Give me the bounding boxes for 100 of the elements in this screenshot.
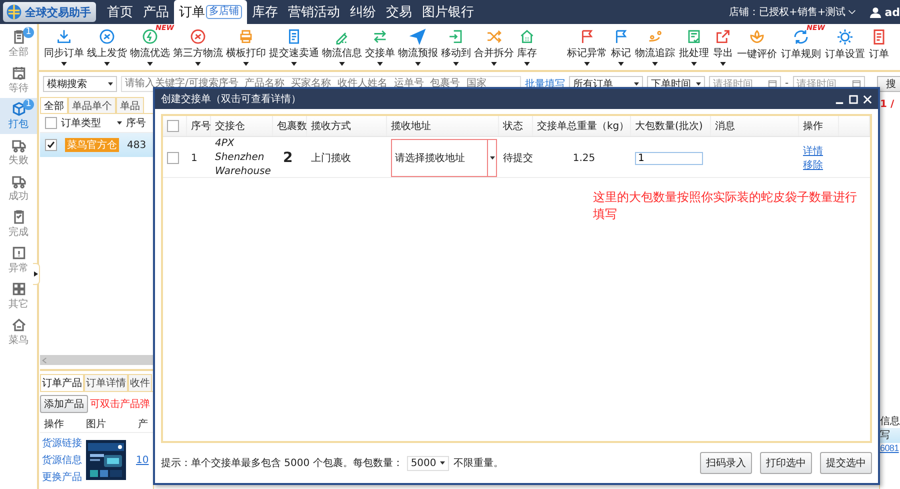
column-header: 大包数量(批次) [631, 116, 711, 136]
sidebar-item[interactable]: 成功 [0, 170, 37, 206]
nav-tab[interactable]: 首页 [102, 0, 138, 24]
toolbar-button[interactable]: 第三方物流 [173, 28, 223, 66]
action-link[interactable]: 详情 [803, 144, 823, 158]
checkbox[interactable] [45, 139, 57, 151]
caret-icon [108, 82, 113, 86]
product-link[interactable]: 更换产品 [42, 470, 82, 484]
user-icon [870, 6, 881, 18]
sidebar-item[interactable]: 失败 [0, 134, 37, 170]
action-link[interactable]: 移除 [803, 158, 823, 172]
caret-icon [291, 62, 297, 66]
calendar-icon [768, 79, 777, 88]
nav-tab[interactable]: 库存 [247, 0, 283, 24]
caret-icon [243, 62, 249, 66]
table-cell-text: 上门揽收 [311, 152, 351, 165]
toolbar-button[interactable]: 标记 [611, 28, 631, 66]
expand-handle[interactable] [33, 263, 40, 285]
per-bag-select[interactable]: 5000 [406, 456, 450, 470]
column-header[interactable]: 信息 [880, 414, 900, 428]
warning-icon [10, 245, 26, 261]
column-header: 操作 [43, 418, 65, 431]
sidebar-item[interactable]: 全部 1 [0, 26, 37, 62]
column-header[interactable]: 序号 [126, 116, 146, 130]
detail-tab[interactable]: 订单产品 [40, 374, 84, 391]
toolbar-button[interactable]: 线上发货 [87, 28, 127, 66]
toolbar-button[interactable]: 批处理 [679, 28, 709, 66]
toolbar-button[interactable]: 订单设置 [825, 28, 865, 66]
toolbar-button[interactable]: 同步订单 [44, 28, 84, 66]
toolbar-button[interactable]: 移动到 [441, 28, 471, 66]
sidebar-item[interactable]: 等待 [0, 62, 37, 98]
user-name[interactable]: ad [884, 6, 900, 18]
address-select[interactable]: 请选择揽收地址 [391, 139, 497, 177]
paper-plane-icon [409, 28, 427, 46]
nav-tab[interactable]: 产品 [138, 0, 174, 24]
nav-tab[interactable]: 纠纷 [345, 0, 381, 24]
close-icon[interactable] [863, 94, 872, 104]
detail-tab[interactable]: 订单详情 [84, 374, 128, 391]
scrollbar[interactable] [40, 355, 153, 365]
toolbar-button[interactable]: 物流信息 [322, 28, 362, 66]
checkbox[interactable] [45, 117, 57, 129]
order-tab[interactable]: 单品 [116, 97, 144, 113]
search-mode-select[interactable]: 模糊搜索 [43, 76, 117, 92]
toolbar-button[interactable]: 导出 [713, 28, 733, 66]
lightning-icon [141, 28, 159, 46]
sidebar-item[interactable]: 菜鸟 [0, 314, 37, 350]
house-icon [10, 317, 26, 333]
checkbox[interactable] [167, 152, 179, 164]
caret-icon [104, 62, 110, 66]
product-link[interactable]: 货源链接 [42, 436, 82, 450]
order-row[interactable]: 菜鸟官方仓 483 [40, 133, 153, 157]
sidebar-item[interactable]: 其它 [0, 278, 37, 314]
dialog-button[interactable]: 打印选中 [760, 452, 812, 474]
add-product-button[interactable]: 添加产品 [40, 395, 88, 413]
column-header: 包裹数 [273, 116, 307, 136]
product-link[interactable]: 6081 [880, 443, 900, 453]
annotation-text: 这里的大包数量按照你实际装的蛇皮袋子数量进行填写 [593, 189, 858, 223]
caret-icon [584, 62, 590, 66]
toolbar-button[interactable]: 合并拆分 [474, 28, 514, 66]
dialog-button[interactable]: 提交选中 [820, 452, 872, 474]
product-link[interactable]: 货源信息 [42, 453, 82, 467]
toolbar-button[interactable]: 库存 [517, 28, 537, 66]
nav-tab[interactable]: 图片银行 [417, 0, 479, 24]
dialog-button[interactable]: 扫码录入 [700, 452, 752, 474]
bag-count-field[interactable]: 1 [635, 152, 703, 164]
globe-icon [6, 4, 22, 20]
table-cell-text: 4PX Shenzhen Warehouse [215, 137, 272, 179]
app-logo[interactable]: 全球交易助手 [3, 2, 96, 22]
hint-text: 不限重量。 [453, 456, 504, 470]
hint-text: 提示：单个交接单最多包含 5000 个包裹。每包数量： [161, 456, 403, 470]
nav-tab[interactable]: 营销活动 [283, 0, 345, 24]
product-link[interactable]: 10 [136, 454, 149, 466]
sidebar-item[interactable]: 打包 1 [0, 98, 37, 134]
toolbar-button[interactable]: 物流预报 [398, 28, 438, 66]
toolbar-button[interactable]: 订单 [869, 28, 889, 66]
column-header: 操作 [799, 116, 839, 136]
search-button[interactable]: 搜 [877, 76, 900, 92]
sidebar-item[interactable]: 异常 [0, 242, 37, 278]
toolbar-button[interactable]: 交接单 [365, 28, 395, 66]
detail-tab[interactable]: 收件 [128, 374, 152, 391]
toolbar-button[interactable]: 物流追踪 [635, 28, 675, 66]
maximize-icon[interactable] [849, 94, 858, 104]
toolbar-button[interactable]: 一键评价 [737, 28, 777, 66]
warehouse-tag: 菜鸟官方仓 [65, 138, 119, 152]
column-header[interactable]: 订单类型 [61, 116, 113, 130]
order-tab[interactable]: 单品单个 [68, 97, 116, 113]
toolbar-button[interactable]: 标记异常 [567, 28, 607, 66]
toolbar-button[interactable]: 横板打印 [226, 28, 266, 66]
nav-tab[interactable]: 订单 多店铺 [174, 0, 247, 24]
caret-icon [618, 62, 624, 66]
checkbox[interactable] [167, 120, 179, 132]
order-tab[interactable]: 全部 [40, 97, 68, 113]
caret-icon [491, 62, 497, 66]
toolbar-button[interactable]: 提交速卖通 [269, 28, 319, 66]
sidebar-item[interactable]: 完成 [0, 206, 37, 242]
calendar-icon [10, 65, 26, 81]
store-selector[interactable]: 店铺：已授权+销售+测试 [728, 5, 856, 19]
nav-tab[interactable]: 交易 [381, 0, 417, 24]
column-header: 揽收方式 [307, 116, 387, 136]
column-header: 交接仓 [211, 116, 273, 136]
